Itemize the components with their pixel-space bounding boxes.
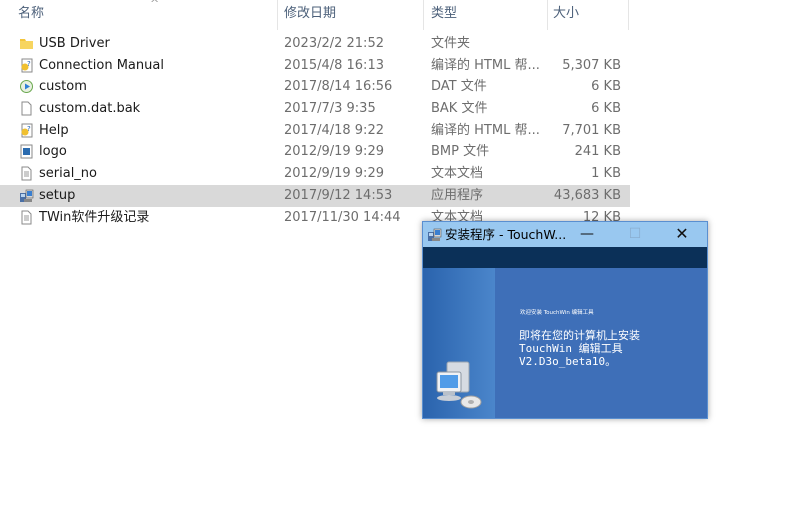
column-name-header[interactable]: 名称 ^ bbox=[10, 0, 278, 30]
minimize-button[interactable]: — bbox=[569, 222, 605, 247]
setup-exe-icon bbox=[428, 228, 442, 241]
file-name: setup bbox=[39, 187, 76, 203]
file-size: 7,701 KB bbox=[562, 122, 621, 138]
file-row[interactable]: custom.dat.bak 2017/7/3 9:35 BAK 文件 6 KB bbox=[0, 98, 630, 120]
installer-side-panel bbox=[423, 268, 495, 418]
file-date: 2017/8/14 16:56 bbox=[284, 79, 393, 95]
file-name: logo bbox=[39, 144, 67, 160]
column-size-label: 大小 bbox=[553, 6, 580, 21]
file-name: Connection Manual bbox=[39, 57, 164, 73]
file-row[interactable]: logo 2012/9/19 9:29 BMP 文件 241 KB bbox=[0, 141, 630, 163]
file-row[interactable]: serial_no 2012/9/19 9:29 文本文档 1 KB bbox=[0, 163, 630, 185]
help-file-icon: ? bbox=[19, 58, 34, 73]
file-row[interactable]: USB Driver 2023/2/2 21:52 文件夹 bbox=[0, 33, 630, 55]
file-row[interactable]: ? Help 2017/4/18 9:22 编译的 HTML 帮... 7,701 KB bbox=[0, 120, 630, 142]
file-name: serial_no bbox=[39, 166, 97, 182]
file-row[interactable]: custom 2017/8/14 16:56 DAT 文件 6 KB bbox=[0, 76, 630, 98]
file-row[interactable]: setup 2017/9/12 14:53 应用程序 43,683 KB bbox=[0, 184, 630, 207]
file-size: 5,307 KB bbox=[562, 57, 621, 73]
text-file-icon bbox=[19, 210, 34, 225]
file-date: 2012/9/19 9:29 bbox=[284, 144, 384, 160]
file-name: custom bbox=[39, 79, 87, 95]
file-name: custom.dat.bak bbox=[39, 101, 141, 117]
column-date-label: 修改日期 bbox=[284, 6, 337, 21]
column-type-header[interactable]: 类型 bbox=[423, 0, 548, 30]
file-size: 1 KB bbox=[591, 166, 621, 182]
installer-message: 即将在您的计算机上安装 TouchWin 编辑工具 V2.D3o_beta10。 bbox=[519, 329, 640, 368]
installer-welcome-heading: 欢迎安装 TouchWin 编辑工具 bbox=[520, 310, 594, 316]
maximize-button[interactable]: ☐ bbox=[617, 222, 653, 247]
column-header: 名称 ^ 修改日期 类型 大小 bbox=[0, 0, 630, 30]
setup-exe-icon bbox=[19, 188, 34, 203]
sort-up-icon: ^ bbox=[150, 0, 160, 10]
file-date: 2017/7/3 9:35 bbox=[284, 101, 376, 117]
file-type: 编译的 HTML 帮... bbox=[431, 122, 540, 138]
help-file-icon: ? bbox=[19, 123, 34, 138]
text-file-icon bbox=[19, 166, 34, 181]
file-size: 43,683 KB bbox=[553, 187, 621, 203]
close-icon: ✕ bbox=[675, 224, 689, 243]
svg-text:?: ? bbox=[27, 125, 31, 133]
folder-icon bbox=[19, 36, 34, 51]
column-name-label: 名称 bbox=[18, 6, 45, 21]
file-size: 6 KB bbox=[591, 101, 621, 117]
close-button[interactable]: ✕ bbox=[664, 222, 700, 247]
file-date: 2023/2/2 21:52 bbox=[284, 36, 384, 51]
file-type: 编译的 HTML 帮... bbox=[431, 57, 540, 73]
file-size: 6 KB bbox=[591, 79, 621, 95]
file-type: 应用程序 bbox=[431, 187, 484, 203]
file-type: 文本文档 bbox=[431, 166, 484, 182]
file-size: 241 KB bbox=[574, 144, 621, 160]
dat-file-icon bbox=[19, 79, 34, 94]
installer-title: 安装程序 - TouchW... bbox=[445, 227, 567, 242]
file-type: BAK 文件 bbox=[431, 101, 488, 117]
installer-window[interactable]: 安装程序 - TouchW... — ☐ ✕ 欢迎安装 TouchWin 编辑工… bbox=[422, 221, 708, 419]
bmp-file-icon bbox=[19, 144, 34, 159]
file-name: TWin软件升级记录 bbox=[39, 209, 150, 225]
file-date: 2017/9/12 14:53 bbox=[284, 187, 393, 203]
file-date: 2017/4/18 9:22 bbox=[284, 122, 384, 138]
blank-file-icon bbox=[19, 101, 34, 116]
file-list: USB Driver 2023/2/2 21:52 文件夹? Connection M… bbox=[0, 33, 630, 228]
file-type: BMP 文件 bbox=[431, 144, 490, 160]
file-date: 2012/9/19 9:29 bbox=[284, 166, 384, 182]
column-size-header[interactable]: 大小 bbox=[545, 0, 629, 30]
column-date-header[interactable]: 修改日期 bbox=[276, 0, 424, 30]
maximize-icon: ☐ bbox=[628, 226, 642, 242]
minimize-icon: — bbox=[580, 226, 594, 242]
column-type-label: 类型 bbox=[431, 6, 458, 21]
installer-titlebar[interactable]: 安装程序 - TouchW... — ☐ ✕ bbox=[423, 222, 707, 247]
file-name: USB Driver bbox=[39, 36, 110, 51]
file-type: DAT 文件 bbox=[431, 79, 487, 95]
file-date: 2015/4/8 16:13 bbox=[284, 57, 384, 73]
installer-top-band bbox=[423, 247, 707, 268]
svg-text:?: ? bbox=[27, 60, 31, 68]
file-date: 2017/11/30 14:44 bbox=[284, 209, 401, 225]
file-type: 文件夹 bbox=[431, 36, 471, 51]
file-row[interactable]: ? Connection Manual 2015/4/8 16:13 编译的 HTML… bbox=[0, 55, 630, 77]
computer-icon bbox=[436, 361, 482, 409]
file-name: Help bbox=[39, 122, 69, 138]
